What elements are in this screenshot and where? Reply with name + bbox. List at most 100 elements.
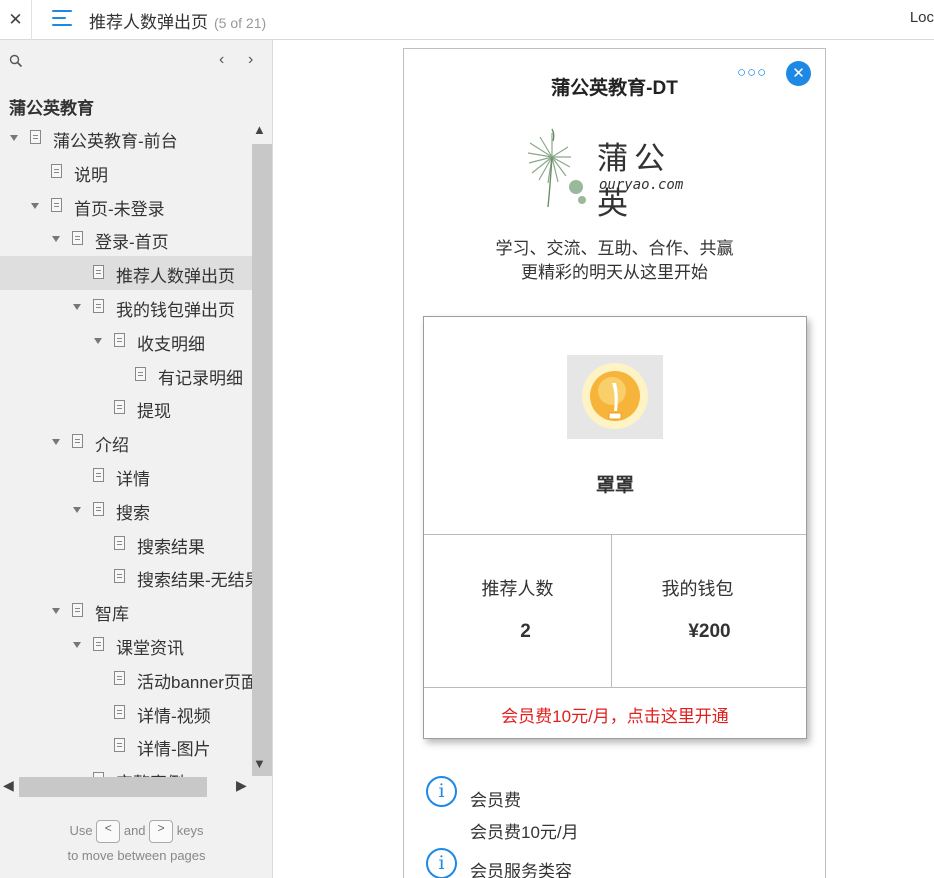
caret-down-icon[interactable] (94, 337, 102, 344)
horizontal-scrollbar[interactable] (19, 777, 207, 797)
page-icon (114, 738, 125, 753)
tree-item-label: 详情-图片 (137, 740, 211, 760)
hint-and: and (123, 823, 146, 838)
caret-down-icon[interactable] (52, 439, 60, 446)
search-icon[interactable] (9, 54, 23, 68)
top-bar: ✕ 推荐人数弹出页 (5 of 21) Loc (0, 0, 934, 40)
tree-item-label: 首页-未登录 (74, 199, 165, 219)
tree-item-label: 介绍 (95, 436, 129, 456)
tree-item-label: 课堂资讯 (116, 638, 184, 658)
tree-item[interactable]: 详情 (0, 459, 252, 493)
tree-item-label: 我的钱包弹出页 (116, 300, 235, 320)
page-count: (5 of 21) (214, 15, 267, 31)
info-title-membership-fee: 会员费 (470, 791, 521, 810)
page-icon (93, 467, 104, 482)
caret-down-icon[interactable] (31, 202, 39, 209)
tree-item[interactable]: 提现 (0, 391, 252, 425)
tree-item[interactable]: 有记录明细 (0, 358, 252, 392)
hint-line-1: Use < and > keys (0, 818, 272, 844)
tree-item-label: 收支明细 (137, 334, 205, 354)
tree-item[interactable]: 活动banner页面 (0, 662, 258, 696)
page-icon (114, 332, 125, 347)
tree-item[interactable]: 搜索结果 (0, 527, 252, 561)
tree-item[interactable]: 介绍 (0, 425, 252, 459)
info-icon: i (426, 776, 457, 807)
page-title-text: 推荐人数弹出页 (89, 13, 208, 32)
page-icon (51, 197, 62, 212)
top-right-text[interactable]: Loc (910, 9, 934, 26)
next-page-button[interactable]: › (248, 51, 253, 69)
tree-item[interactable]: 搜索 (0, 493, 252, 527)
wallet-value[interactable]: ¥200 (612, 621, 807, 643)
tree-item-label: 说明 (74, 165, 108, 185)
tree-item[interactable]: 详情-视频 (0, 696, 252, 730)
tree-item-label: 提现 (137, 402, 171, 422)
tree-item-label: 智库 (95, 605, 129, 625)
card-divider (424, 687, 806, 688)
info-detail-membership-fee: 会员费10元/月 (470, 823, 579, 842)
referrals-value[interactable]: 2 (424, 621, 627, 643)
tree-item-label: 登录-首页 (95, 233, 169, 253)
username: 罩罩 (595, 475, 634, 496)
wallet-label[interactable]: 我的钱包 (612, 575, 783, 601)
hint-use: Use (69, 823, 93, 838)
page-icon (72, 603, 83, 618)
tree-item[interactable]: 我的钱包弹出页 (0, 290, 252, 324)
tree-item-label: 有记录明细 (158, 368, 243, 388)
tree-item[interactable]: 登录-首页 (0, 222, 252, 256)
logo-english: ouryao.com (599, 177, 684, 193)
caret-down-icon[interactable] (10, 135, 18, 141)
page-icon (93, 501, 104, 516)
page-icon (114, 569, 125, 584)
page-icon (114, 400, 125, 415)
caret-down-icon[interactable] (73, 506, 81, 513)
menu-line (52, 17, 66, 19)
prototype-preview: 蒲公英教育-DT ○○○ ✕ 蒲公英 ouryao.com 学习、交流、互助、合… (403, 48, 826, 878)
lightbulb-icon (582, 363, 648, 429)
hint-keys: keys (176, 823, 204, 838)
scroll-down-icon[interactable]: ▼ (253, 756, 266, 771)
popup-close-button[interactable]: ✕ (786, 61, 811, 86)
tree-item[interactable]: 课堂资讯 (0, 628, 252, 662)
scroll-right-icon[interactable]: ▶ (236, 777, 247, 794)
tree-item[interactable]: 首页-未登录 (0, 189, 252, 223)
scroll-left-icon[interactable]: ◀ (3, 777, 14, 794)
more-icon[interactable]: ○○○ (737, 64, 767, 81)
caret-down-icon[interactable] (73, 641, 81, 648)
tree-item-label: 搜索结果 (137, 537, 205, 557)
tree-item[interactable]: 蒲公英教育-前台 (0, 121, 252, 155)
vip-signup-link[interactable]: 会员费10元/月，点击这里开通 (424, 702, 806, 727)
card-divider (424, 534, 806, 535)
keyboard-hint: Use < and > keys to move between pages (0, 818, 272, 868)
page-icon (93, 298, 104, 313)
tree-item-label: 搜索 (116, 503, 150, 523)
caret-down-icon[interactable] (52, 236, 60, 243)
page-title: 推荐人数弹出页 (5 of 21) (89, 8, 266, 33)
tree-item[interactable]: 收支明细 (0, 324, 252, 358)
page-icon (114, 704, 125, 719)
tree-item[interactable]: 详情-图片 (0, 729, 252, 763)
dandelion-icon (527, 128, 586, 208)
vertical-scrollbar[interactable] (252, 144, 272, 776)
next-key-icon: > (149, 820, 174, 844)
tree-item[interactable]: 搜索结果-无结果 (0, 560, 262, 594)
sitemap-menu-icon[interactable] (50, 7, 74, 31)
referrals-label[interactable]: 推荐人数 (424, 575, 611, 601)
scroll-up-icon[interactable]: ▲ (253, 122, 266, 137)
close-icon[interactable]: ✕ (0, 0, 32, 40)
tree-item-label: 蒲公英教育-前台 (53, 132, 178, 151)
slogan-line-2: 更精彩的明天从这里开始 (521, 263, 708, 282)
avatar (567, 355, 663, 439)
sitemap-sidebar: ‹ › 蒲公英教育 蒲公英教育-前台 说明 首页-未登录 登录-首页 推荐人数弹出页 我的… (0, 40, 273, 878)
tree-item[interactable]: 说明 (0, 155, 252, 189)
slogan-line-1: 学习、交流、互助、合作、共赢 (495, 239, 734, 258)
caret-down-icon[interactable] (73, 303, 81, 310)
tree-item[interactable]: 智库 (0, 594, 252, 628)
menu-line (52, 10, 72, 12)
menu-line (52, 24, 72, 26)
hint-line-2: to move between pages (67, 848, 206, 864)
tree-item[interactable]: 推荐人数弹出页 (0, 256, 252, 290)
caret-down-icon[interactable] (52, 608, 60, 615)
user-card: 罩罩 推荐人数 2 我的钱包 ¥200 会员费10元/月，点击这里开通 (423, 316, 807, 739)
prev-page-button[interactable]: ‹ (219, 51, 224, 69)
